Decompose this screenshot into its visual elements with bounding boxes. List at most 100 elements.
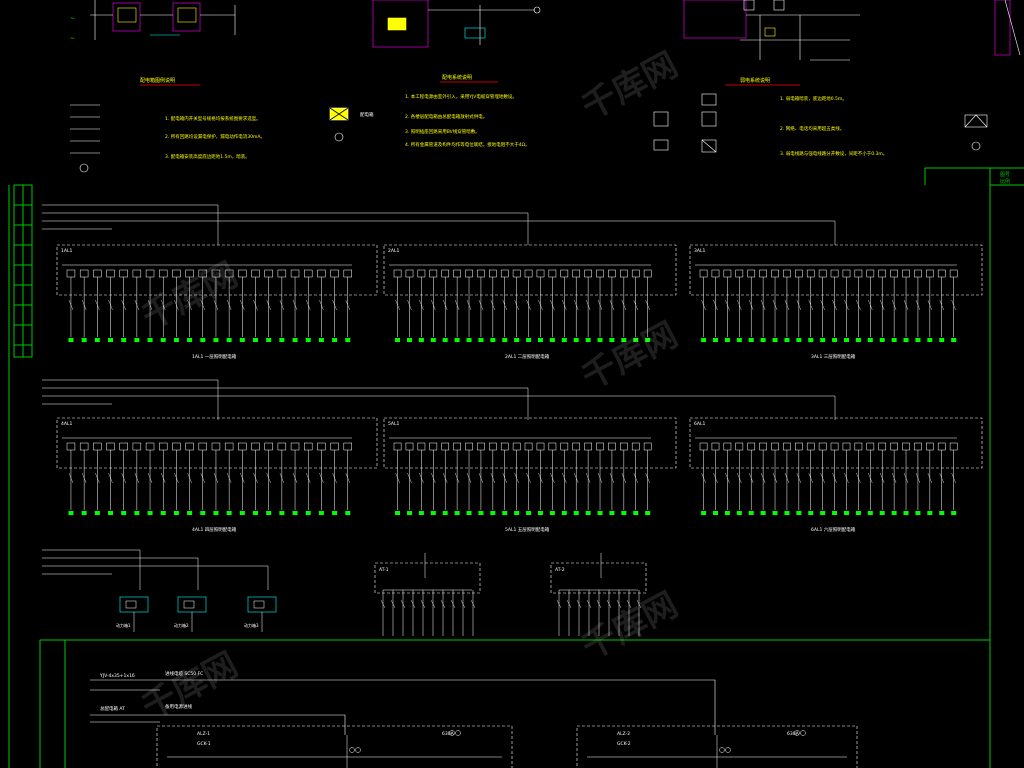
breaker (429, 442, 438, 451)
breaker (914, 442, 922, 451)
terminal-marker (609, 511, 615, 515)
breaker (747, 442, 756, 451)
terminal-marker (121, 338, 127, 342)
terminal-marker (454, 511, 460, 515)
terminal-marker (796, 338, 802, 342)
terminal-marker (108, 511, 113, 515)
terminal-marker (502, 338, 508, 342)
legend-3: 弱电系统说明 1. 弱电箱暗装，底边距地0.5m。 2. 网络、电话均采用超五类… (653, 77, 988, 157)
terminal-marker (903, 511, 909, 515)
power-box-caption: 动力箱2 (174, 622, 189, 628)
breaker (699, 269, 708, 278)
breaker (477, 442, 485, 451)
breaker (106, 269, 115, 278)
breaker (393, 269, 402, 278)
breaker (159, 269, 168, 278)
panel-caption: 3AL1 三层照明配电箱 (811, 353, 856, 360)
terminal-marker (724, 511, 730, 515)
terminal-marker (784, 338, 790, 342)
breaker (723, 269, 732, 278)
breaker (854, 442, 863, 451)
panel-id: 2AL1 (388, 248, 399, 254)
legend-1-note-2: 2. 所有回路均设漏电保护，漏电动作电流30mA。 (165, 133, 265, 140)
terminal-marker (585, 338, 591, 342)
terminal-marker (478, 338, 484, 342)
feeder-text-3: 总配电箱 AT (100, 705, 125, 712)
legend-2-note-3: 3. 照明插座回路采用BV线穿管暗敷。 (405, 128, 480, 135)
annot-1: ~ (70, 15, 75, 22)
title-block-label-2: 比例 (1000, 178, 1010, 185)
terminal-marker (701, 338, 707, 342)
terminal-marker (345, 511, 351, 515)
breaker (317, 269, 326, 278)
terminal-marker (796, 511, 802, 515)
breaker (854, 269, 863, 278)
breaker (198, 442, 207, 451)
terminal-marker (81, 338, 87, 342)
breaker (830, 442, 839, 451)
terminal-marker (573, 511, 579, 515)
breaker (560, 269, 569, 278)
terminal-marker (466, 511, 472, 515)
breaker (453, 269, 461, 278)
power-box: 动力箱2 (174, 596, 207, 632)
breaker (926, 442, 934, 451)
terminal-marker (736, 338, 742, 342)
breaker (185, 442, 194, 451)
breaker (405, 269, 414, 278)
breaker (783, 269, 791, 278)
breaker (524, 269, 533, 278)
terminal-marker (108, 338, 113, 342)
breaker (512, 269, 521, 278)
terminal-marker (226, 511, 232, 515)
breaker (643, 442, 652, 451)
terminal-marker (561, 338, 567, 342)
breaker (489, 269, 497, 278)
terminal-marker (200, 511, 206, 515)
terminal-marker (292, 511, 298, 515)
breaker (783, 442, 791, 451)
terminal-marker (147, 511, 153, 515)
terminal-marker (808, 511, 814, 515)
power-box-caption: 动力箱1 (116, 622, 131, 628)
terminal-marker (927, 338, 933, 342)
terminal-marker (633, 511, 639, 515)
panel-id: 4AL1 (61, 421, 72, 427)
terminal-marker (597, 338, 603, 342)
panel-id: 6AL1 (694, 421, 705, 427)
terminal-marker (187, 511, 193, 515)
breaker (926, 269, 934, 278)
legend-2-title: 配电系统说明 (442, 74, 472, 81)
breaker (949, 442, 958, 451)
terminal-marker (712, 511, 718, 515)
panel-id: 3AL1 (694, 248, 705, 254)
panel-caption: 4AL1 四层照明配电箱 (192, 526, 237, 533)
distribution-panel: 5AL1 5AL1 五层照明配电箱 (383, 417, 677, 533)
breaker (66, 269, 76, 278)
breaker (172, 269, 181, 278)
breaker (119, 269, 128, 278)
terminal-marker (134, 511, 140, 515)
breaker (290, 442, 300, 451)
terminal-marker (514, 338, 520, 342)
terminal-marker (292, 338, 298, 342)
watermark-text-5: 千库网 (135, 645, 244, 728)
terminal-marker (305, 338, 311, 342)
terminal-marker (430, 338, 436, 342)
terminal-marker (173, 511, 179, 515)
panel-id: 1AL1 (61, 248, 72, 254)
breaker (304, 442, 313, 451)
terminal-marker (832, 338, 838, 342)
terminal-marker (891, 338, 897, 342)
breaker (572, 442, 581, 451)
top-right-schematic (683, 0, 1021, 61)
terminal-marker (345, 338, 351, 342)
legend-1-note-1: 1. 配电箱内开关型号规格均按系统图要求选型。 (165, 115, 261, 122)
terminal-marker (253, 338, 258, 342)
breaker (735, 442, 744, 451)
breaker (806, 442, 815, 451)
panel-id: 5AL1 (388, 421, 399, 427)
breaker (238, 442, 247, 451)
breaker (842, 269, 851, 278)
breaker (429, 269, 438, 278)
